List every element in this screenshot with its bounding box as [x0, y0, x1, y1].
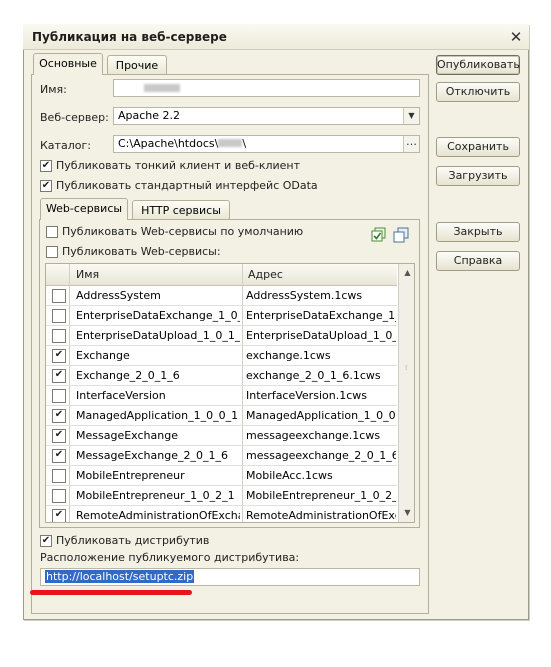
- service-address: ManagedApplication_1_0_0...: [246, 409, 396, 422]
- scroll-down-icon[interactable]: ▼: [399, 504, 414, 521]
- scroll-up-icon[interactable]: ▲: [399, 264, 414, 281]
- column-address-header[interactable]: Адрес: [244, 264, 283, 285]
- blurred-catalog: [218, 139, 243, 147]
- name-label: Имя:: [40, 83, 67, 96]
- service-name: EnterpriseDataExchange_1_0_...: [76, 309, 240, 322]
- tab-other[interactable]: Прочие: [107, 55, 167, 75]
- close-button[interactable]: Закрыть: [436, 222, 520, 242]
- service-address: exchange_2_0_1_6.1cws: [246, 369, 381, 382]
- table-row[interactable]: MobileEntrepreneur_1_0_2_1 MobileEntrepre…: [46, 486, 397, 506]
- row-checkbox[interactable]: [52, 329, 66, 343]
- service-address: messageexchange.1cws: [246, 429, 381, 442]
- service-name: InterfaceVersion: [76, 389, 166, 402]
- service-name: RemoteAdministrationOfExchange: [76, 509, 240, 522]
- service-address: EnterpriseDataUpload_1_0_...: [246, 329, 396, 342]
- copy-icon[interactable]: [393, 227, 409, 243]
- publish-distributive-checkbox[interactable]: ✔: [40, 535, 52, 547]
- table-row[interactable]: ✔ Exchange exchange.1cws: [46, 346, 397, 366]
- table-row[interactable]: ✔ MessageExchange messageexchange.1cws: [46, 426, 397, 446]
- distributive-location-input[interactable]: http://localhost/setuptc.zip: [40, 568, 420, 586]
- table-row[interactable]: ✔ MessageExchange_2_0_1_6 messageexchange_…: [46, 446, 397, 466]
- publish-button[interactable]: Опубликовать: [436, 55, 520, 75]
- service-name: EnterpriseDataUpload_1_0_1_1: [76, 329, 240, 342]
- table-row[interactable]: ✔ RemoteAdministrationOfExchange RemoteAdm…: [46, 506, 397, 522]
- service-address: EnterpriseDataExchange_1_...: [246, 309, 396, 322]
- service-address: messageexchange_2_0_1_6...: [246, 449, 396, 462]
- catalog-suffix: \: [242, 137, 247, 150]
- service-name: MessageExchange_2_0_1_6: [76, 449, 228, 462]
- service-name: Exchange: [76, 349, 130, 362]
- publish-thin-client-label: Публиковать тонкий клиент и веб-клиент: [56, 159, 301, 172]
- service-name: Exchange_2_0_1_6: [76, 369, 180, 382]
- name-input[interactable]: [113, 79, 420, 97]
- catalog-value: C:\Apache\htdocs\: [118, 137, 219, 150]
- table-row[interactable]: EnterpriseDataUpload_1_0_1_1 EnterpriseDa…: [46, 326, 397, 346]
- browse-icon[interactable]: …: [403, 136, 419, 152]
- check-all-icon[interactable]: [371, 227, 387, 243]
- publish-default-checkbox[interactable]: [46, 226, 58, 238]
- table-row[interactable]: InterfaceVersion InterfaceVersion.1cws: [46, 386, 397, 406]
- publish-distributive-label: Публиковать дистрибутив: [56, 534, 210, 547]
- service-address: InterfaceVersion.1cws: [246, 389, 367, 402]
- service-address: MobileAcc.1cws: [246, 469, 333, 482]
- tab-web-services[interactable]: Web-сервисы: [40, 198, 128, 220]
- row-checkbox[interactable]: ✔: [52, 409, 66, 423]
- table-header: Имя Адрес: [46, 264, 397, 286]
- service-address: RemoteAdministrationOfExch...: [246, 509, 396, 522]
- table-row[interactable]: ✔ Exchange_2_0_1_6 exchange_2_0_1_6.1cws: [46, 366, 397, 386]
- row-checkbox[interactable]: ✔: [52, 349, 66, 363]
- table-row[interactable]: ✔ ManagedApplication_1_0_0_1 ManagedApplic…: [46, 406, 397, 426]
- service-name: MessageExchange: [76, 429, 178, 442]
- row-checkbox[interactable]: ✔: [52, 449, 66, 463]
- tab-http-services[interactable]: HTTP сервисы: [132, 200, 230, 220]
- highlight-underline: [30, 590, 192, 595]
- table-scrollbar[interactable]: ▲ ⁞ ▼: [398, 264, 414, 522]
- row-checkbox[interactable]: ✔: [52, 429, 66, 443]
- service-address: AddressSystem.1cws: [246, 289, 363, 302]
- publish-thin-client-checkbox[interactable]: ✔: [40, 160, 52, 172]
- service-address: MobileEntrepreneur_1_0_2_...: [246, 489, 396, 502]
- service-name: MobileEntrepreneur_1_0_2_1: [76, 489, 235, 502]
- column-name-header[interactable]: Имя: [72, 264, 99, 285]
- service-address: exchange.1cws: [246, 349, 331, 362]
- save-button[interactable]: Сохранить: [436, 137, 520, 157]
- help-button[interactable]: Справка: [436, 251, 520, 271]
- scroll-grip-icon[interactable]: ⁞: [405, 364, 407, 372]
- close-icon[interactable]: ✕: [508, 29, 524, 45]
- publish-odata-label: Публиковать стандартный интерфейс OData: [56, 179, 318, 192]
- table-row[interactable]: EnterpriseDataExchange_1_0_... Enterprise…: [46, 306, 397, 326]
- publish-webservices-label: Публиковать Web-сервисы:: [62, 245, 221, 258]
- blurred-name: [144, 84, 180, 92]
- window-title: Публикация на веб-сервере: [32, 30, 227, 44]
- load-button[interactable]: Загрузить: [436, 166, 520, 186]
- row-checkbox[interactable]: [52, 389, 66, 403]
- table-row[interactable]: AddressSystem AddressSystem.1cws: [46, 286, 397, 306]
- table-row[interactable]: MobileEntrepreneur MobileAcc.1cws: [46, 466, 397, 486]
- publish-webservices-checkbox[interactable]: [46, 246, 58, 258]
- publish-odata-checkbox[interactable]: ✔: [40, 180, 52, 192]
- distributive-location-value: http://localhost/setuptc.zip: [45, 570, 195, 583]
- service-name: ManagedApplication_1_0_0_1: [76, 409, 239, 422]
- catalog-input[interactable]: C:\Apache\htdocs\ \: [113, 135, 420, 153]
- table-body: AddressSystem AddressSystem.1cws Enterpris…: [46, 286, 397, 522]
- webserver-value: Apache 2.2: [118, 109, 181, 122]
- row-checkbox[interactable]: [52, 289, 66, 303]
- webserver-label: Веб-сервер:: [40, 111, 109, 124]
- distributive-location-label: Расположение публикуемого дистрибутива:: [40, 551, 300, 564]
- row-checkbox[interactable]: [52, 469, 66, 483]
- row-checkbox[interactable]: ✔: [52, 509, 66, 522]
- webservices-table[interactable]: Имя Адрес AddressSystem AddressSystem.1cw…: [45, 263, 415, 523]
- service-name: AddressSystem: [76, 289, 161, 302]
- row-checkbox[interactable]: [52, 489, 66, 503]
- tab-main[interactable]: Основные: [33, 53, 103, 75]
- catalog-label: Каталог:: [40, 139, 91, 152]
- chevron-down-icon[interactable]: ▼: [403, 108, 419, 124]
- webserver-select[interactable]: Apache 2.2: [113, 107, 420, 125]
- row-checkbox[interactable]: ✔: [52, 369, 66, 383]
- disable-button[interactable]: Отключить: [436, 82, 520, 102]
- publish-default-label: Публиковать Web-сервисы по умолчанию: [62, 225, 304, 238]
- service-name: MobileEntrepreneur: [76, 469, 185, 482]
- row-checkbox[interactable]: [52, 309, 66, 323]
